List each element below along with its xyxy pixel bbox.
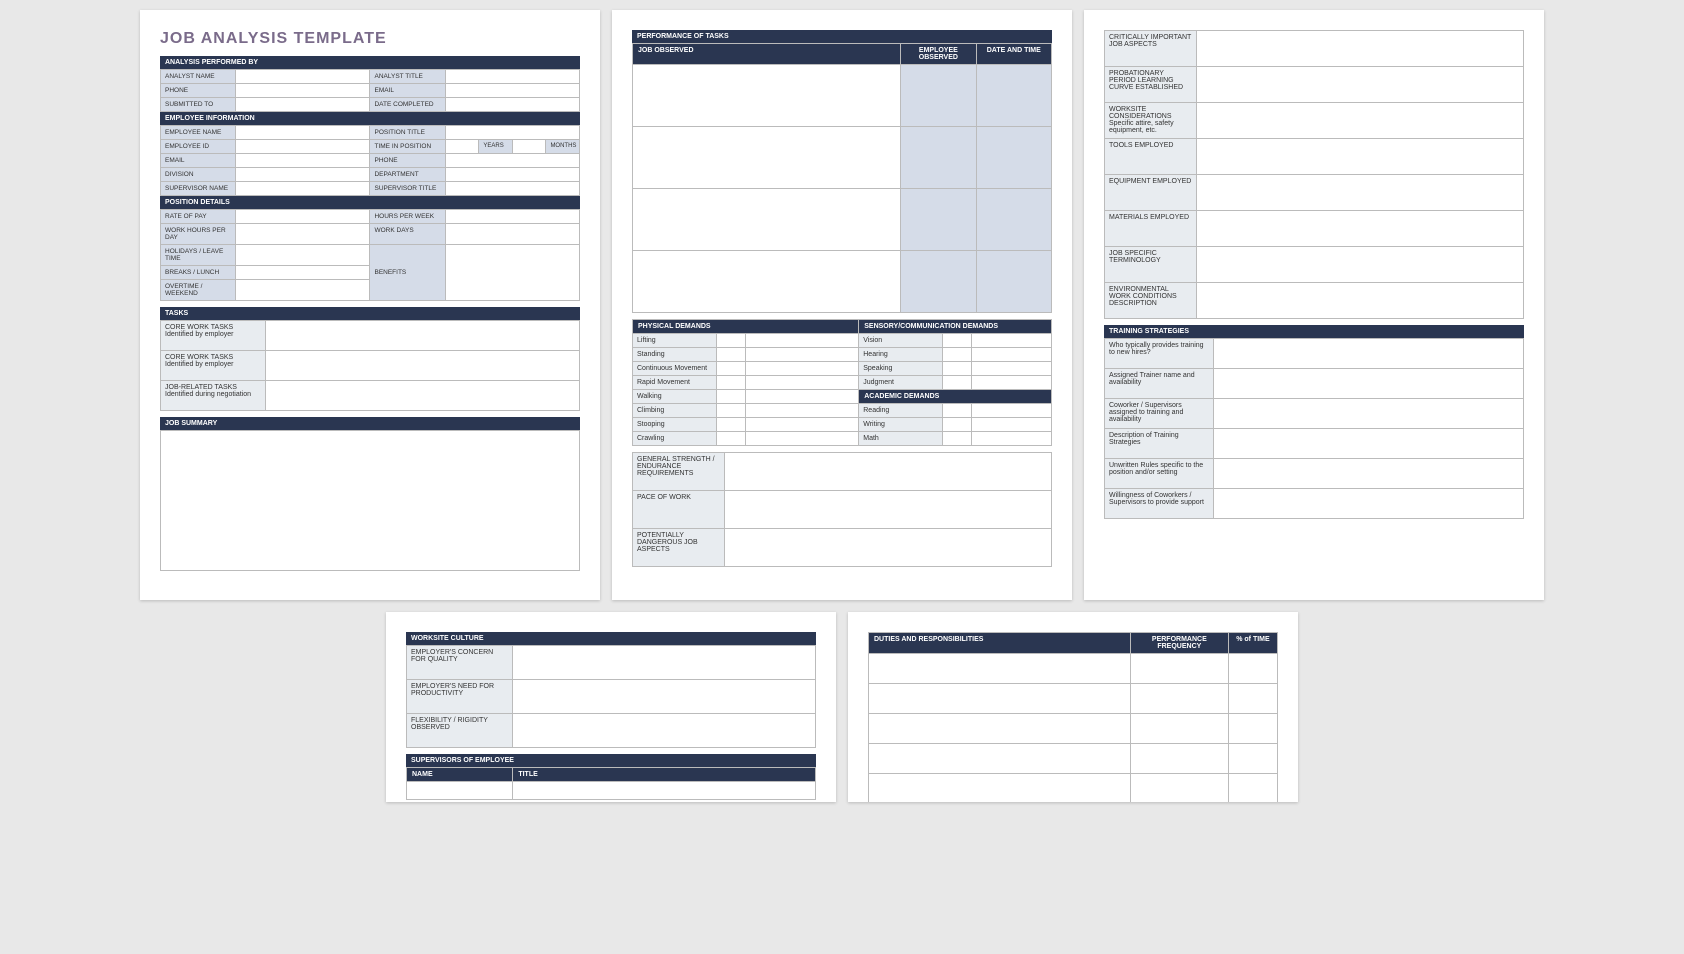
tasks-table: CORE WORK TASKS Identified by employer C… xyxy=(160,320,580,411)
doc-title: JOB ANALYSIS TEMPLATE xyxy=(160,30,580,48)
training-header: TRAINING STRATEGIES xyxy=(1104,325,1524,338)
page-row-2: WORKSITE CULTURE EMPLOYER'S CONCERN FOR … xyxy=(10,612,1674,802)
worksite-table: EMPLOYER'S CONCERN FOR QUALITY EMPLOYER'… xyxy=(406,645,816,748)
supervisors-table: NAMETITLE xyxy=(406,767,816,800)
page-2: PERFORMANCE OF TASKS JOB OBSERVEDEMPLOYE… xyxy=(612,10,1072,600)
employee-table: EMPLOYEE NAMEPOSITION TITLE EMPLOYEE IDT… xyxy=(160,125,580,196)
worksite-header: WORKSITE CULTURE xyxy=(406,632,816,645)
section-analysis-header: ANALYSIS PERFORMED BY xyxy=(160,56,580,69)
section-employee-header: EMPLOYEE INFORMATION xyxy=(160,112,580,125)
summary-table xyxy=(160,430,580,571)
section-summary-header: JOB SUMMARY xyxy=(160,417,580,430)
page-5: DUTIES AND RESPONSIBILITIESPERFORMANCE F… xyxy=(848,612,1298,802)
strength-table: GENERAL STRENGTH / ENDURANCE REQUIREMENT… xyxy=(632,452,1052,567)
demands-table: PHYSICAL DEMANDSSENSORY/COMMUNICATION DE… xyxy=(632,319,1052,446)
page-row-1: JOB ANALYSIS TEMPLATE ANALYSIS PERFORMED… xyxy=(10,10,1674,600)
supervisors-header: SUPERVISORS OF EMPLOYEE xyxy=(406,754,816,767)
page-3: CRITICALLY IMPORTANT JOB ASPECTS PROBATI… xyxy=(1084,10,1544,600)
perf-header: PERFORMANCE OF TASKS xyxy=(632,30,1052,43)
section-position-header: POSITION DETAILS xyxy=(160,196,580,209)
page-4: WORKSITE CULTURE EMPLOYER'S CONCERN FOR … xyxy=(386,612,836,802)
analysis-table: ANALYST NAMEANALYST TITLE PHONEEMAIL SUB… xyxy=(160,69,580,112)
page-1: JOB ANALYSIS TEMPLATE ANALYSIS PERFORMED… xyxy=(140,10,600,600)
perf-table: JOB OBSERVEDEMPLOYEE OBSERVEDDATE AND TI… xyxy=(632,43,1052,313)
duties-table: DUTIES AND RESPONSIBILITIESPERFORMANCE F… xyxy=(868,632,1278,802)
aspects-table: CRITICALLY IMPORTANT JOB ASPECTS PROBATI… xyxy=(1104,30,1524,319)
training-table: Who typically provides training to new h… xyxy=(1104,338,1524,519)
section-tasks-header: TASKS xyxy=(160,307,580,320)
position-table: RATE OF PAYHOURS PER WEEK WORK HOURS PER… xyxy=(160,209,580,301)
